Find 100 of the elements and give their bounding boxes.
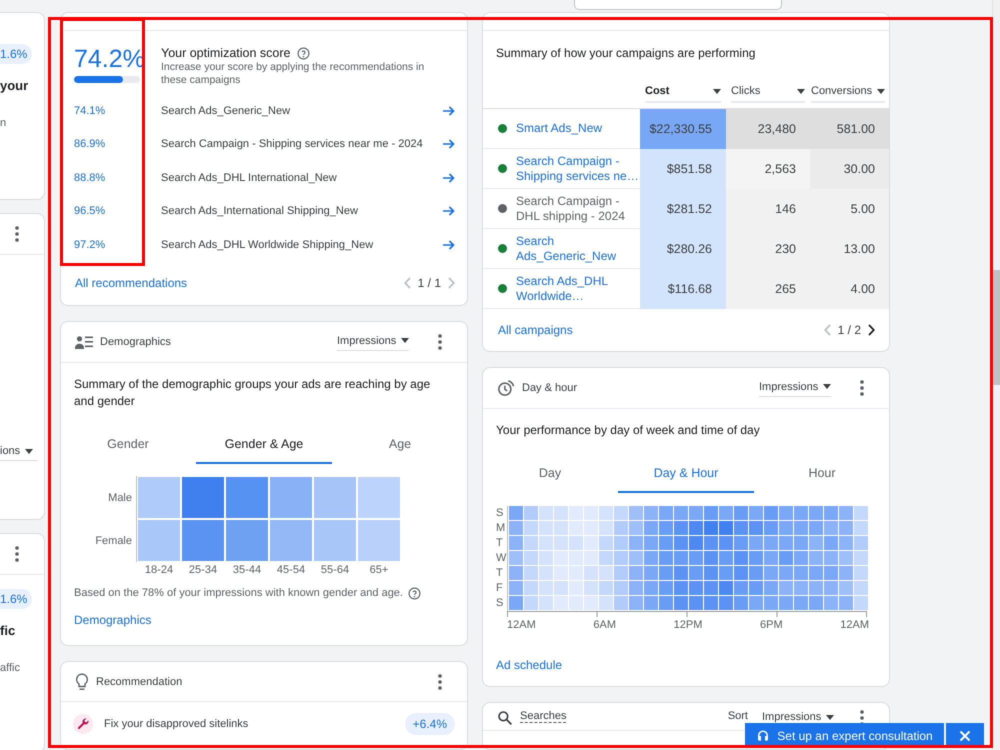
recommendations-link[interactable]: All recommendations [75, 274, 188, 290]
tab[interactable]: Age [332, 426, 467, 464]
axis-label: Female [74, 519, 137, 562]
caret-icon [823, 384, 832, 389]
axis-label: S [496, 596, 504, 611]
campaign-name: Search Ads_DHL International_New [161, 172, 338, 184]
table-cell: $280.26 [640, 229, 726, 269]
metric-dropdown[interactable]: Impressions [762, 710, 834, 726]
campaign-name: Search Ads_International Shipping_New [161, 205, 359, 218]
tab[interactable]: Day & Hour [618, 455, 754, 493]
more-icon[interactable] [438, 674, 442, 690]
tab[interactable]: Day [483, 455, 618, 493]
recommendation-text[interactable]: Fix your disapproved sitelinks [104, 718, 394, 730]
more-icon[interactable] [860, 380, 864, 396]
table-cell: 5.00 [810, 189, 889, 229]
axis-label: 12PM [674, 618, 702, 632]
tab[interactable]: Hour [754, 455, 889, 493]
arrow-icon[interactable] [443, 139, 455, 150]
help-icon[interactable] [408, 587, 421, 600]
axis-label: 12AM [507, 618, 536, 632]
more-icon[interactable] [15, 546, 19, 562]
axis-label: 55-64 [320, 563, 350, 578]
chevron-right-icon[interactable] [868, 324, 875, 336]
caret-icon [877, 88, 885, 94]
table-cell: 230 [726, 229, 810, 269]
axis-label: W [496, 551, 507, 566]
demographics-link[interactable]: Demographics [74, 612, 152, 628]
card-title: Recommendation [96, 676, 184, 688]
arrow-icon[interactable] [443, 172, 455, 183]
column-header[interactable]: Clicks [731, 84, 805, 103]
table-cell: 30.00 [810, 149, 889, 189]
tab[interactable]: Gender [61, 426, 196, 464]
card-text: n [0, 116, 8, 130]
axis-label: 45-54 [276, 563, 306, 578]
table-cell: 2,563 [726, 149, 810, 189]
campaign-link[interactable]: Search Ads_DHL Worldwide… [516, 274, 640, 304]
axis-label: T [496, 536, 504, 551]
caret-icon [713, 88, 721, 94]
campaign-score: 96.5% [74, 205, 106, 218]
campaign-link[interactable]: Search Ads_Generic_New [516, 234, 640, 264]
campaign-name: Search Ads_DHL Worldwide Shipping_New [161, 238, 374, 251]
axis-label: 35-44 [232, 563, 262, 578]
table-cell: 13.00 [810, 229, 889, 269]
table-cell: $22,330.55 [640, 109, 726, 149]
campaign-score: 97.2% [74, 238, 106, 251]
table-cell: 581.00 [810, 109, 889, 149]
ad-schedule-link[interactable]: Ad schedule [496, 657, 562, 673]
metric-dropdown[interactable]: Impressions [337, 334, 409, 350]
wrench-icon [73, 714, 93, 734]
campaigns-link[interactable]: All campaigns [498, 322, 573, 338]
axis-label: 65+ [368, 563, 390, 578]
card-title: Demographics [100, 336, 172, 348]
campaign-score: 86.9% [74, 138, 106, 150]
score-chip: 1.6% [0, 589, 32, 609]
help-icon[interactable] [297, 46, 310, 60]
table-cell: $116.68 [640, 269, 726, 309]
headset-icon [756, 728, 770, 742]
scrollbar-thumb[interactable] [993, 270, 1000, 385]
table-cell: 4.00 [810, 269, 889, 309]
sort-label: Sort [728, 710, 748, 722]
tab[interactable]: Gender & Age [196, 426, 332, 464]
caret-icon [797, 88, 805, 94]
more-icon[interactable] [438, 334, 442, 350]
arrow-icon[interactable] [443, 240, 455, 250]
card-title: Searches [520, 710, 566, 723]
column-header[interactable]: Cost [645, 84, 721, 103]
score-chip: 1.6% [0, 44, 32, 64]
person-list-icon [75, 335, 93, 349]
campaign-name: Search Campaign - Shipping services near me - 2024 [161, 138, 424, 150]
campaign-score: 88.8% [74, 172, 106, 184]
arrow-icon[interactable] [443, 206, 455, 216]
card-title: Day & hour [522, 382, 578, 394]
axis-label: 6AM [593, 618, 616, 632]
axis-label: S [496, 506, 504, 521]
metric-dropdown[interactable]: ions [0, 444, 38, 461]
axis-label: 6PM [760, 618, 783, 632]
arrow-icon[interactable] [443, 106, 455, 116]
axis-label: 18-24 [144, 563, 174, 578]
score-value: 74.2% [74, 45, 146, 73]
caret-icon [25, 448, 34, 454]
table-cell: $851.58 [640, 149, 726, 189]
score-title: Your optimization score [161, 45, 290, 61]
campaign-link[interactable]: Search Campaign - Shipping services ne… [516, 154, 640, 184]
table-cell: 23,480 [726, 109, 810, 149]
campaign-link[interactable]: Smart Ads_New [516, 121, 640, 136]
more-icon[interactable] [15, 226, 19, 242]
campaign-name: Search Campaign - DHL shipping - 2024 [516, 194, 626, 224]
card-summary: Your performance by day of week and time of day [496, 422, 761, 439]
axis-label: M [496, 521, 506, 536]
axis-label: 12AM [840, 618, 869, 632]
campaign-score: 74.1% [74, 104, 106, 117]
campaign-name: Search Ads_Generic_New [161, 104, 292, 117]
card-summary: Summary of the demographic groups your ads are reaching by age and gender [74, 376, 432, 410]
card-text: affic [0, 661, 21, 675]
caret-icon [826, 714, 834, 720]
table-cell: 265 [726, 269, 810, 309]
metric-dropdown[interactable]: Impressions [759, 380, 831, 396]
column-header[interactable]: Conversions [811, 84, 885, 103]
clock-icon [497, 379, 515, 397]
axis-label: T [496, 566, 504, 581]
